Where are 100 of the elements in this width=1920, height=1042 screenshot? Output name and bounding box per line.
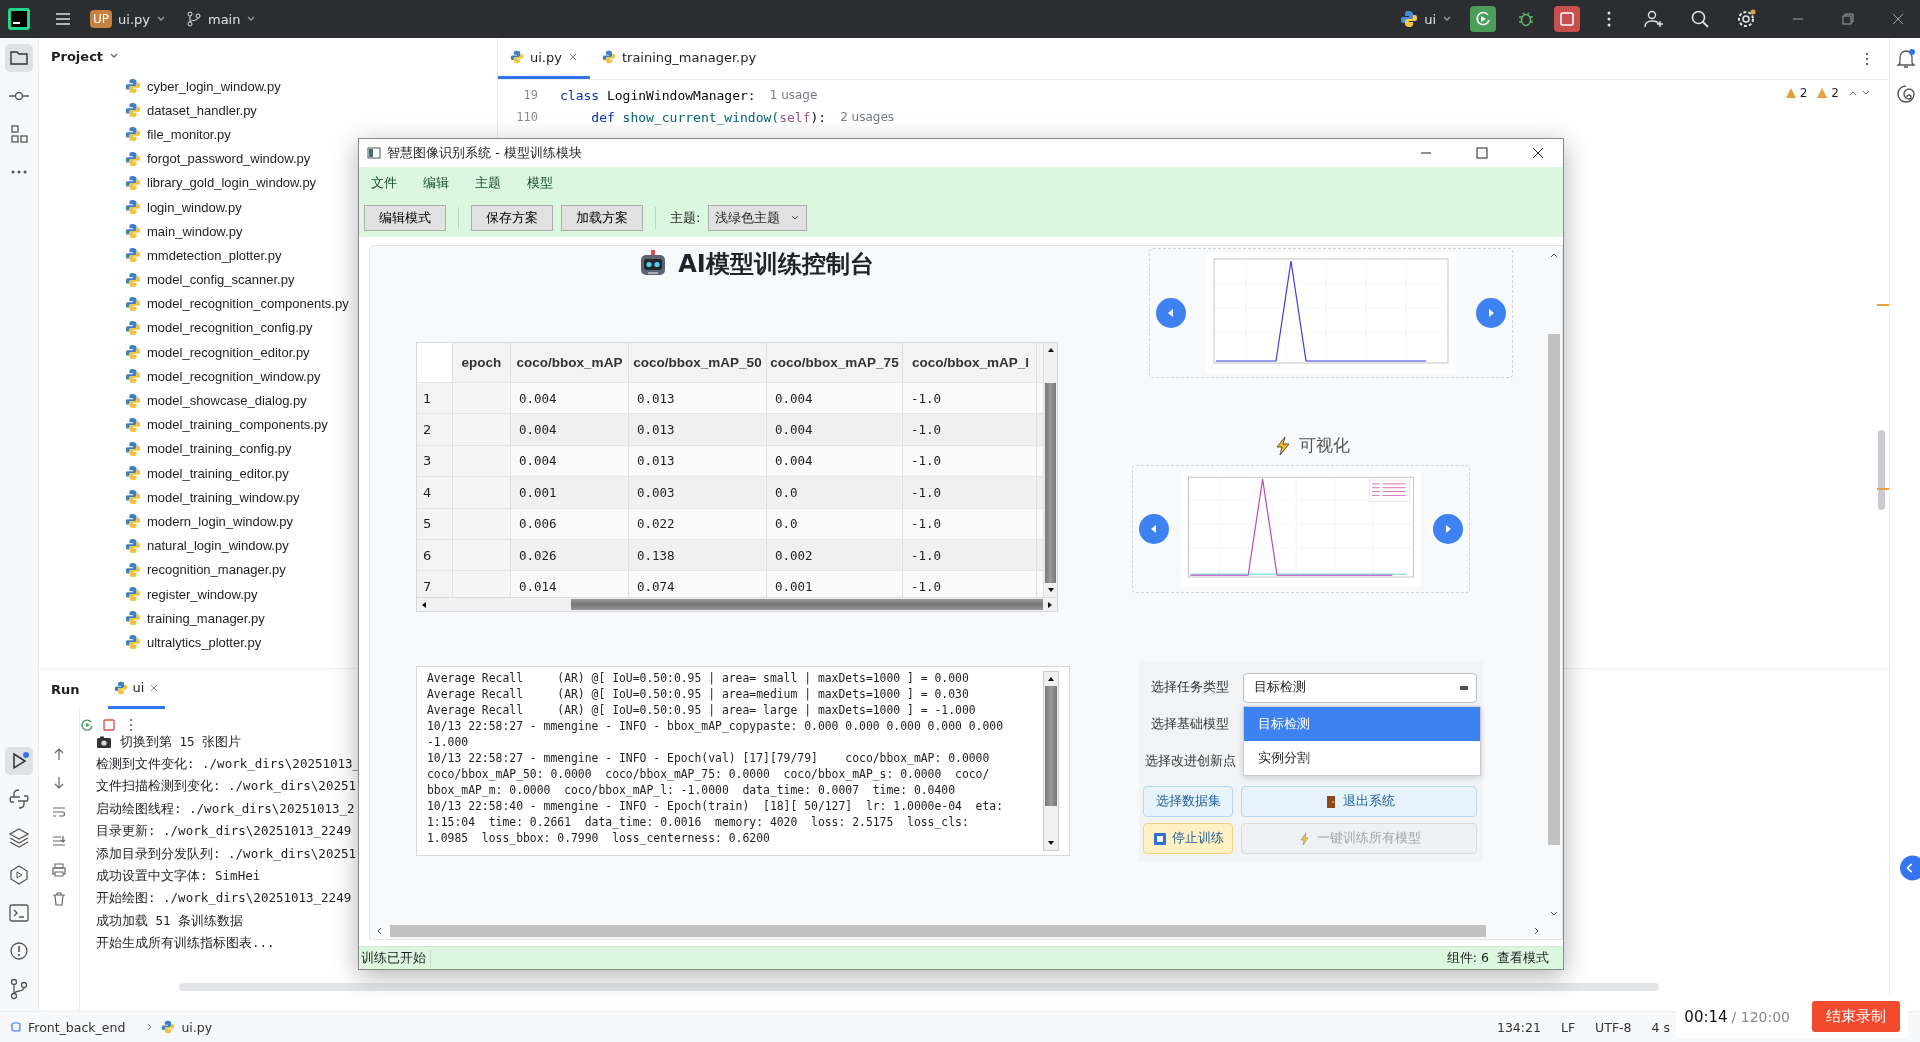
scrollbar[interactable]	[1878, 430, 1885, 510]
menu-icon[interactable]	[54, 10, 72, 28]
file-item[interactable]: model_training_config.py	[147, 441, 292, 457]
task-type-dropdown[interactable]: 目标检测	[1243, 672, 1477, 703]
stop-icon[interactable]	[101, 717, 117, 733]
editor-tab[interactable]: training_manager.py	[589, 38, 769, 79]
menu-item[interactable]: 主题	[475, 174, 501, 192]
column-header[interactable]: coco/bbox_mAP_l	[903, 343, 1037, 382]
branch-selector[interactable]: main	[207, 11, 241, 27]
file-item[interactable]: model_recognition_window.py	[147, 368, 321, 384]
action-button[interactable]: 退出系统	[1241, 786, 1477, 817]
search-icon[interactable]	[1690, 9, 1710, 29]
toolbar-button[interactable]: 编辑模式	[364, 205, 446, 231]
menu-item[interactable]: 文件	[371, 174, 397, 192]
python-file-icon	[113, 680, 128, 695]
file-item[interactable]: mmdetection_plotter.py	[147, 247, 282, 263]
theme-dropdown[interactable]: 浅绿色主题	[708, 205, 808, 231]
expand-button[interactable]	[1900, 853, 1920, 883]
stop-recording-button[interactable]: 结束录制	[1812, 1001, 1900, 1032]
file-item[interactable]: main_window.py	[147, 223, 243, 239]
file-item[interactable]: register_window.py	[147, 586, 258, 602]
file-item[interactable]: natural_login_window.py	[147, 538, 289, 554]
file-item[interactable]: modern_login_window.py	[147, 513, 293, 529]
python-file-icon	[125, 223, 141, 240]
action-button[interactable]: 停止训练	[1143, 823, 1233, 854]
row-header[interactable]: 7	[417, 571, 453, 597]
file-item[interactable]: model_training_editor.py	[147, 465, 289, 481]
warning-count[interactable]: 2	[1799, 86, 1808, 100]
column-header[interactable]: coco/bbox_mAP	[511, 343, 629, 382]
usage-hint[interactable]: 2 usages	[840, 110, 895, 124]
file-item[interactable]: model_training_window.py	[147, 489, 300, 505]
file-item[interactable]: file_monitor.py	[147, 126, 231, 142]
indent-setting[interactable]: 4 s	[1651, 1019, 1670, 1035]
file-item[interactable]: library_gold_login_window.py	[147, 175, 317, 191]
file-item[interactable]: model_recognition_components.py	[147, 296, 349, 312]
scrollbar[interactable]	[179, 983, 1659, 991]
next-button[interactable]	[1433, 514, 1463, 544]
row-header[interactable]: 5	[417, 508, 453, 539]
panel-title[interactable]: Project	[51, 48, 104, 64]
column-header[interactable]: epoch	[453, 343, 511, 382]
python-file-icon	[125, 174, 141, 191]
file-item[interactable]: dataset_handler.py	[147, 102, 257, 118]
previous-button[interactable]	[1139, 514, 1169, 544]
menu-item[interactable]: 编辑	[423, 174, 449, 192]
trash-icon[interactable]	[51, 891, 67, 907]
column-header[interactable]: coco/bbox_mAP_50	[629, 343, 767, 382]
breadcrumb[interactable]: Front_back_end	[28, 1019, 126, 1035]
action-button[interactable]: 选择数据集	[1143, 786, 1233, 817]
stop-button[interactable]	[1554, 6, 1580, 32]
restore-icon[interactable]	[1840, 11, 1856, 27]
run-icon[interactable]	[5, 747, 33, 775]
run-tab[interactable]: ui	[107, 669, 166, 709]
next-button[interactable]	[1476, 298, 1506, 328]
scrollbar[interactable]	[1043, 671, 1059, 851]
maximize-icon[interactable]	[1475, 146, 1489, 160]
branch-icon	[185, 11, 202, 27]
rerun-button[interactable]	[1470, 6, 1496, 32]
file-item[interactable]: cyber_login_window.py	[147, 78, 281, 94]
toolbar-button[interactable]: 保存方案	[471, 205, 553, 231]
file-item[interactable]: forgot_password_window.py	[147, 151, 311, 167]
scrollbar[interactable]	[1043, 343, 1057, 597]
row-header[interactable]: 3	[417, 445, 453, 477]
folder-icon[interactable]	[5, 44, 33, 72]
file-item[interactable]: model_recognition_config.py	[147, 320, 313, 336]
print-icon[interactable]	[51, 862, 67, 878]
previous-button[interactable]	[1156, 298, 1186, 328]
scrollbar[interactable]	[417, 597, 1057, 611]
line-ending[interactable]: LF	[1560, 1019, 1576, 1035]
usage-hint[interactable]: 1 usage	[769, 88, 818, 102]
close-icon[interactable]	[1531, 146, 1545, 160]
file-encoding[interactable]: UTF-8	[1595, 1019, 1632, 1035]
python-file-icon	[125, 561, 141, 578]
run-config-selector[interactable]: ui	[1424, 11, 1436, 27]
project-selector[interactable]: ui.py	[118, 11, 150, 27]
file-item[interactable]: model_showcase_dialog.py	[147, 393, 307, 409]
file-item[interactable]: model_config_scanner.py	[147, 272, 295, 288]
dropdown-option[interactable]: 实例分割	[1244, 741, 1480, 775]
scroll-to-end-icon[interactable]	[51, 833, 67, 849]
log-line: 10/13 22:58:27 - mmengine - INFO - Epoch(val) [17][79/79] coco/bbox_mAP: 0.0000	[427, 750, 991, 766]
cursor-position[interactable]: 134:21	[1496, 1019, 1541, 1035]
file-item[interactable]: training_manager.py	[147, 610, 265, 626]
warning-count[interactable]: 2	[1831, 86, 1839, 100]
file-item[interactable]: recognition_manager.py	[147, 562, 286, 578]
editor-tab[interactable]: ui.py	[498, 38, 590, 79]
panel-title[interactable]: Run	[51, 681, 80, 697]
app-logo-icon[interactable]	[8, 8, 30, 30]
rerun-icon[interactable]	[79, 717, 95, 733]
settings-icon[interactable]	[1736, 9, 1756, 29]
file-item[interactable]: login_window.py	[147, 199, 242, 215]
row-header[interactable]: 1	[417, 383, 453, 414]
breadcrumb[interactable]: ui.py	[181, 1019, 213, 1035]
toolbar-button[interactable]: 加载方案	[561, 205, 643, 231]
column-header[interactable]: coco/bbox_mAP_75	[767, 343, 903, 382]
add-user-icon[interactable]	[1644, 9, 1664, 29]
file-item[interactable]: ultralytics_plotter.py	[147, 634, 262, 650]
menu-item[interactable]: 模型	[527, 174, 553, 192]
file-item[interactable]: model_training_components.py	[147, 417, 328, 433]
stop-icon	[1152, 831, 1167, 846]
file-item[interactable]: model_recognition_editor.py	[147, 344, 310, 360]
dropdown-option[interactable]: 目标检测	[1244, 707, 1480, 741]
